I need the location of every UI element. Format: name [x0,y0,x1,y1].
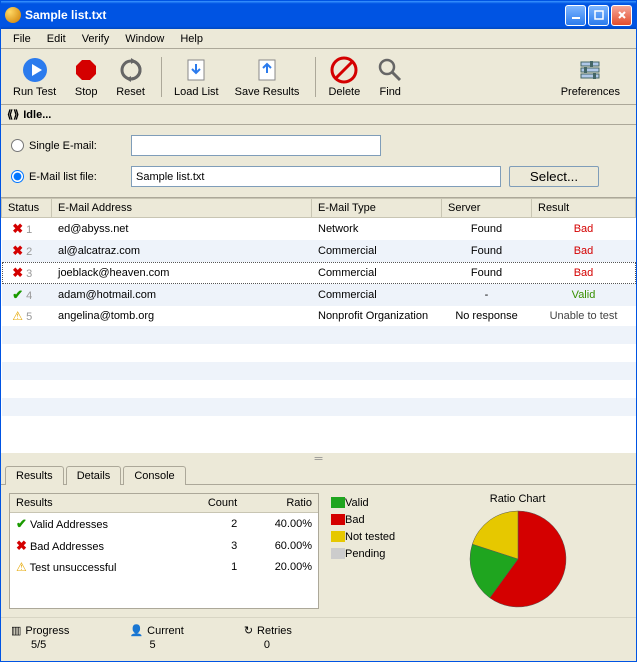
progress-icon: ▥ [11,624,21,637]
loadlist-button[interactable]: Load List [168,54,225,100]
stop-icon [72,56,100,84]
status-line: ⟪⟫ Idle... [1,105,636,125]
app-icon [5,7,21,23]
col-type[interactable]: E-Mail Type [312,199,442,218]
minimize-button[interactable] [565,5,586,26]
menu-help[interactable]: Help [172,31,211,47]
results-panel: Results Count Ratio ✔ Valid Addresses240… [1,484,636,617]
tab-results[interactable]: Results [5,466,64,485]
tabs: Results Details Console [1,461,636,484]
table-row[interactable]: ✖ 1 ed@abyss.netNetworkFound Bad [2,218,636,241]
titlebar: Sample list.txt [1,1,636,29]
retries-icon: ↻ [244,624,253,637]
menubar: File Edit Verify Window Help [1,29,636,49]
activity-icon: ⟪⟫ [7,108,19,121]
menu-window[interactable]: Window [117,31,172,47]
email-table[interactable]: Status E-Mail Address E-Mail Type Server… [1,198,636,453]
save-icon [253,56,281,84]
window-title: Sample list.txt [25,8,106,22]
find-icon [376,56,404,84]
select-button[interactable]: Select... [509,166,599,187]
table-row[interactable]: ⚠ 5 angelina@tomb.orgNonprofit Organizat… [2,306,636,326]
status-text: Idle... [23,109,51,121]
delete-button[interactable]: Delete [322,54,366,100]
ratio-chart [468,509,568,609]
footer-stats: ▥Progress 5/5 👤Current 5 ↻Retries 0 [1,617,636,661]
saveresults-button[interactable]: Save Results [229,54,306,100]
preferences-button[interactable]: Preferences [555,54,626,100]
toolbar: Run Test Stop Reset Load List Save Resul… [1,49,636,105]
col-result[interactable]: Result [532,199,636,218]
runtest-button[interactable]: Run Test [7,54,62,100]
retries-value: 0 [244,639,292,651]
col-server[interactable]: Server [442,199,532,218]
input-area: Single E-mail: E-Mail list file: Select.… [1,125,636,198]
single-email-input[interactable] [131,135,381,156]
menu-edit[interactable]: Edit [39,31,74,47]
results-summary-table: Results Count Ratio ✔ Valid Addresses240… [9,493,319,609]
menu-file[interactable]: File [5,31,39,47]
splitter[interactable]: ═ [1,453,636,461]
chart-legend: Valid Bad Not tested Pending [331,493,395,609]
reset-button[interactable]: Reset [110,54,151,100]
progress-value: 5/5 [11,639,69,651]
col-email[interactable]: E-Mail Address [52,199,312,218]
table-row[interactable]: ✖ 2 al@alcatraz.comCommercialFound Bad [2,240,636,262]
find-button[interactable]: Find [370,54,410,100]
tab-details[interactable]: Details [66,466,122,485]
maximize-button[interactable] [588,5,609,26]
table-row[interactable]: ✖ 3 joeblack@heaven.comCommercialFound B… [2,262,636,284]
listfile-input[interactable] [131,166,501,187]
col-status[interactable]: Status [2,199,52,218]
listfile-radio[interactable]: E-Mail list file: [11,170,131,183]
current-icon: 👤 [129,624,143,637]
current-value: 5 [129,639,183,651]
close-button[interactable] [611,5,632,26]
table-row[interactable]: ✔ 4 adam@hotmail.comCommercial- Valid [2,284,636,306]
delete-icon [330,56,358,84]
stop-button[interactable]: Stop [66,54,106,100]
load-icon [182,56,210,84]
chart-title: Ratio Chart [490,493,546,505]
single-email-radio[interactable]: Single E-mail: [11,139,131,152]
play-icon [21,56,49,84]
preferences-icon [576,56,604,84]
reset-icon [117,56,145,84]
tab-console[interactable]: Console [123,466,185,485]
menu-verify[interactable]: Verify [74,31,118,47]
